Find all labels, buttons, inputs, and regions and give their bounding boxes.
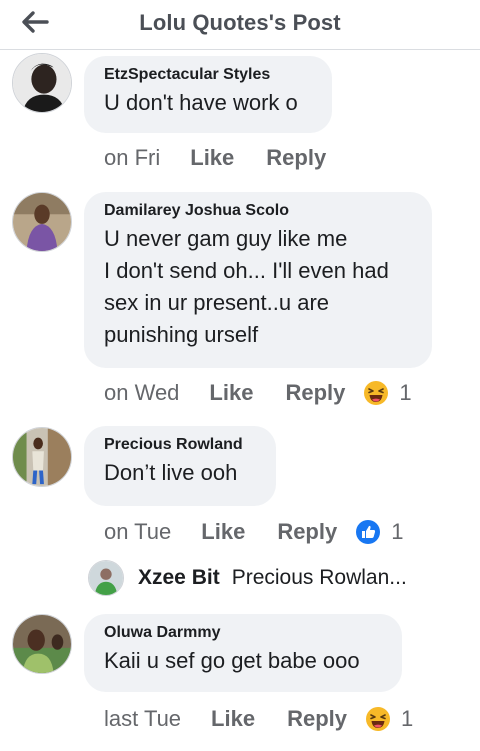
like-button[interactable]: Like [211, 706, 255, 732]
like-button[interactable]: Like [201, 519, 245, 545]
comment-bubble: Precious Rowland Don’t live ooh [84, 426, 276, 506]
like-button[interactable]: Like [209, 380, 253, 406]
like-button[interactable]: Like [190, 145, 234, 171]
thumbs-up-icon [356, 520, 381, 544]
comment-line: Don’t live ooh [104, 460, 238, 485]
comment-actions: last Tue Like Reply 1 [104, 704, 413, 734]
comment-actions: on Fri Like Reply [104, 143, 326, 173]
comment-text: U don't have work o [104, 87, 314, 119]
reply-button[interactable]: Reply [285, 380, 345, 406]
reaction-count: 1 [399, 380, 412, 405]
app-header: Lolu Quotes's Post [0, 0, 480, 50]
comment-author[interactable]: Precious Rowland [104, 435, 258, 455]
comment-bubble: EtzSpectacular Styles U don't have work … [84, 56, 332, 133]
page-title: Lolu Quotes's Post [139, 10, 341, 35]
reply-author[interactable]: Xzee Bit [138, 566, 220, 590]
reply-text: Precious Rowlan... [231, 566, 407, 589]
comment-text: Kaii u sef go get babe ooo [104, 645, 384, 677]
comment-bubble: Oluwa Darmmy Kaii u sef go get babe ooo [84, 614, 402, 692]
comment-line: U never gam guy like me [104, 226, 348, 251]
reaction-count: 1 [401, 706, 414, 731]
comment-actions: on Tue Like Reply 1 [104, 517, 403, 547]
comment-timestamp[interactable]: last Tue [104, 706, 181, 732]
reply-preview[interactable]: Xzee Bit Precious Rowlan... [88, 560, 448, 596]
comment-timestamp[interactable]: on Wed [104, 380, 179, 406]
comment-author[interactable]: EtzSpectacular Styles [104, 65, 314, 85]
comment-author[interactable]: Damilarey Joshua Scolo [104, 201, 414, 221]
comment-text: Don’t live ooh [104, 457, 258, 489]
comment-bubble: Damilarey Joshua Scolo U never gam guy l… [84, 192, 432, 368]
avatar[interactable] [88, 560, 124, 596]
reply-button[interactable]: Reply [266, 145, 326, 171]
reply-button[interactable]: Reply [287, 706, 347, 732]
avatar[interactable] [12, 53, 72, 113]
comment-line: I don't send oh... I'll even had [104, 258, 389, 283]
reaction-summary[interactable]: 1 [355, 519, 403, 545]
reaction-summary[interactable]: 1 [363, 380, 412, 406]
comment-line: punishing urself [104, 322, 259, 347]
laughing-emoji-icon [364, 381, 389, 405]
comment-actions: on Wed Like Reply 1 [104, 378, 412, 408]
reply-button[interactable]: Reply [277, 519, 337, 545]
laughing-emoji-icon [366, 707, 390, 731]
comment-line: U don't have work o [104, 90, 298, 115]
comment-text: U never gam guy like me I don't send oh.… [104, 223, 414, 351]
avatar[interactable] [12, 614, 72, 674]
avatar[interactable] [12, 427, 72, 487]
comment-timestamp[interactable]: on Fri [104, 145, 160, 171]
comment-timestamp[interactable]: on Tue [104, 519, 171, 545]
comment-line: Kaii u sef go get babe ooo [104, 648, 360, 673]
comment-author[interactable]: Oluwa Darmmy [104, 623, 384, 643]
reaction-summary[interactable]: 1 [365, 706, 413, 732]
reaction-count: 1 [391, 519, 404, 544]
avatar[interactable] [12, 192, 72, 252]
comment-line: sex in ur present..u are [104, 290, 330, 315]
